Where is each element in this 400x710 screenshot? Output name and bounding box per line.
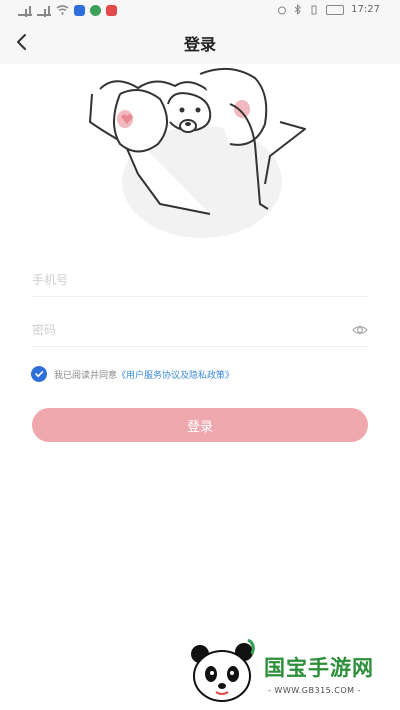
watermark-url: - WWW.GB315.COM - [268, 686, 361, 695]
status-icons-left [18, 4, 117, 16]
navigation-header: 登录 [0, 20, 400, 64]
agreement-row: 我已阅读并同意 《用户服务协议及隐私政策》 [31, 365, 234, 383]
battery-icon [326, 4, 345, 15]
password-field [32, 316, 368, 347]
page-title: 登录 [183, 35, 216, 54]
wifi-icon [56, 5, 69, 15]
panda-logo-icon [191, 638, 255, 702]
alarm-icon [278, 6, 287, 14]
status-bar: 17:27 [0, 0, 400, 20]
agreement-link[interactable]: 《用户服务协议及隐私政策》 [117, 368, 234, 381]
alert-notification-icon [106, 4, 117, 16]
watermark: 国宝手游网 - WWW.GB315.COM - [178, 628, 400, 710]
chat-notification-icon [90, 4, 101, 16]
status-time: 17:27 [351, 4, 380, 15]
agreement-text: 我已阅读并同意 [54, 370, 118, 381]
mouse-mascot-illustration [80, 64, 320, 240]
app-notification-icon [74, 4, 85, 16]
password-input[interactable] [32, 316, 332, 344]
eye-icon[interactable] [352, 322, 368, 338]
login-button-label: 登录 [186, 419, 213, 435]
agreement-checkbox[interactable] [31, 366, 47, 382]
checkmark-icon [35, 371, 44, 378]
phone-field [32, 266, 368, 297]
vibrate-icon [311, 5, 317, 14]
signal-icon-2 [37, 4, 51, 16]
login-button[interactable]: 登录 [32, 408, 368, 442]
phone-input[interactable] [32, 266, 332, 294]
watermark-title: 国宝手游网 [264, 656, 374, 680]
bluetooth-icon [294, 4, 301, 15]
status-icons-right: 17:27 [277, 4, 380, 15]
signal-icon [18, 4, 32, 16]
